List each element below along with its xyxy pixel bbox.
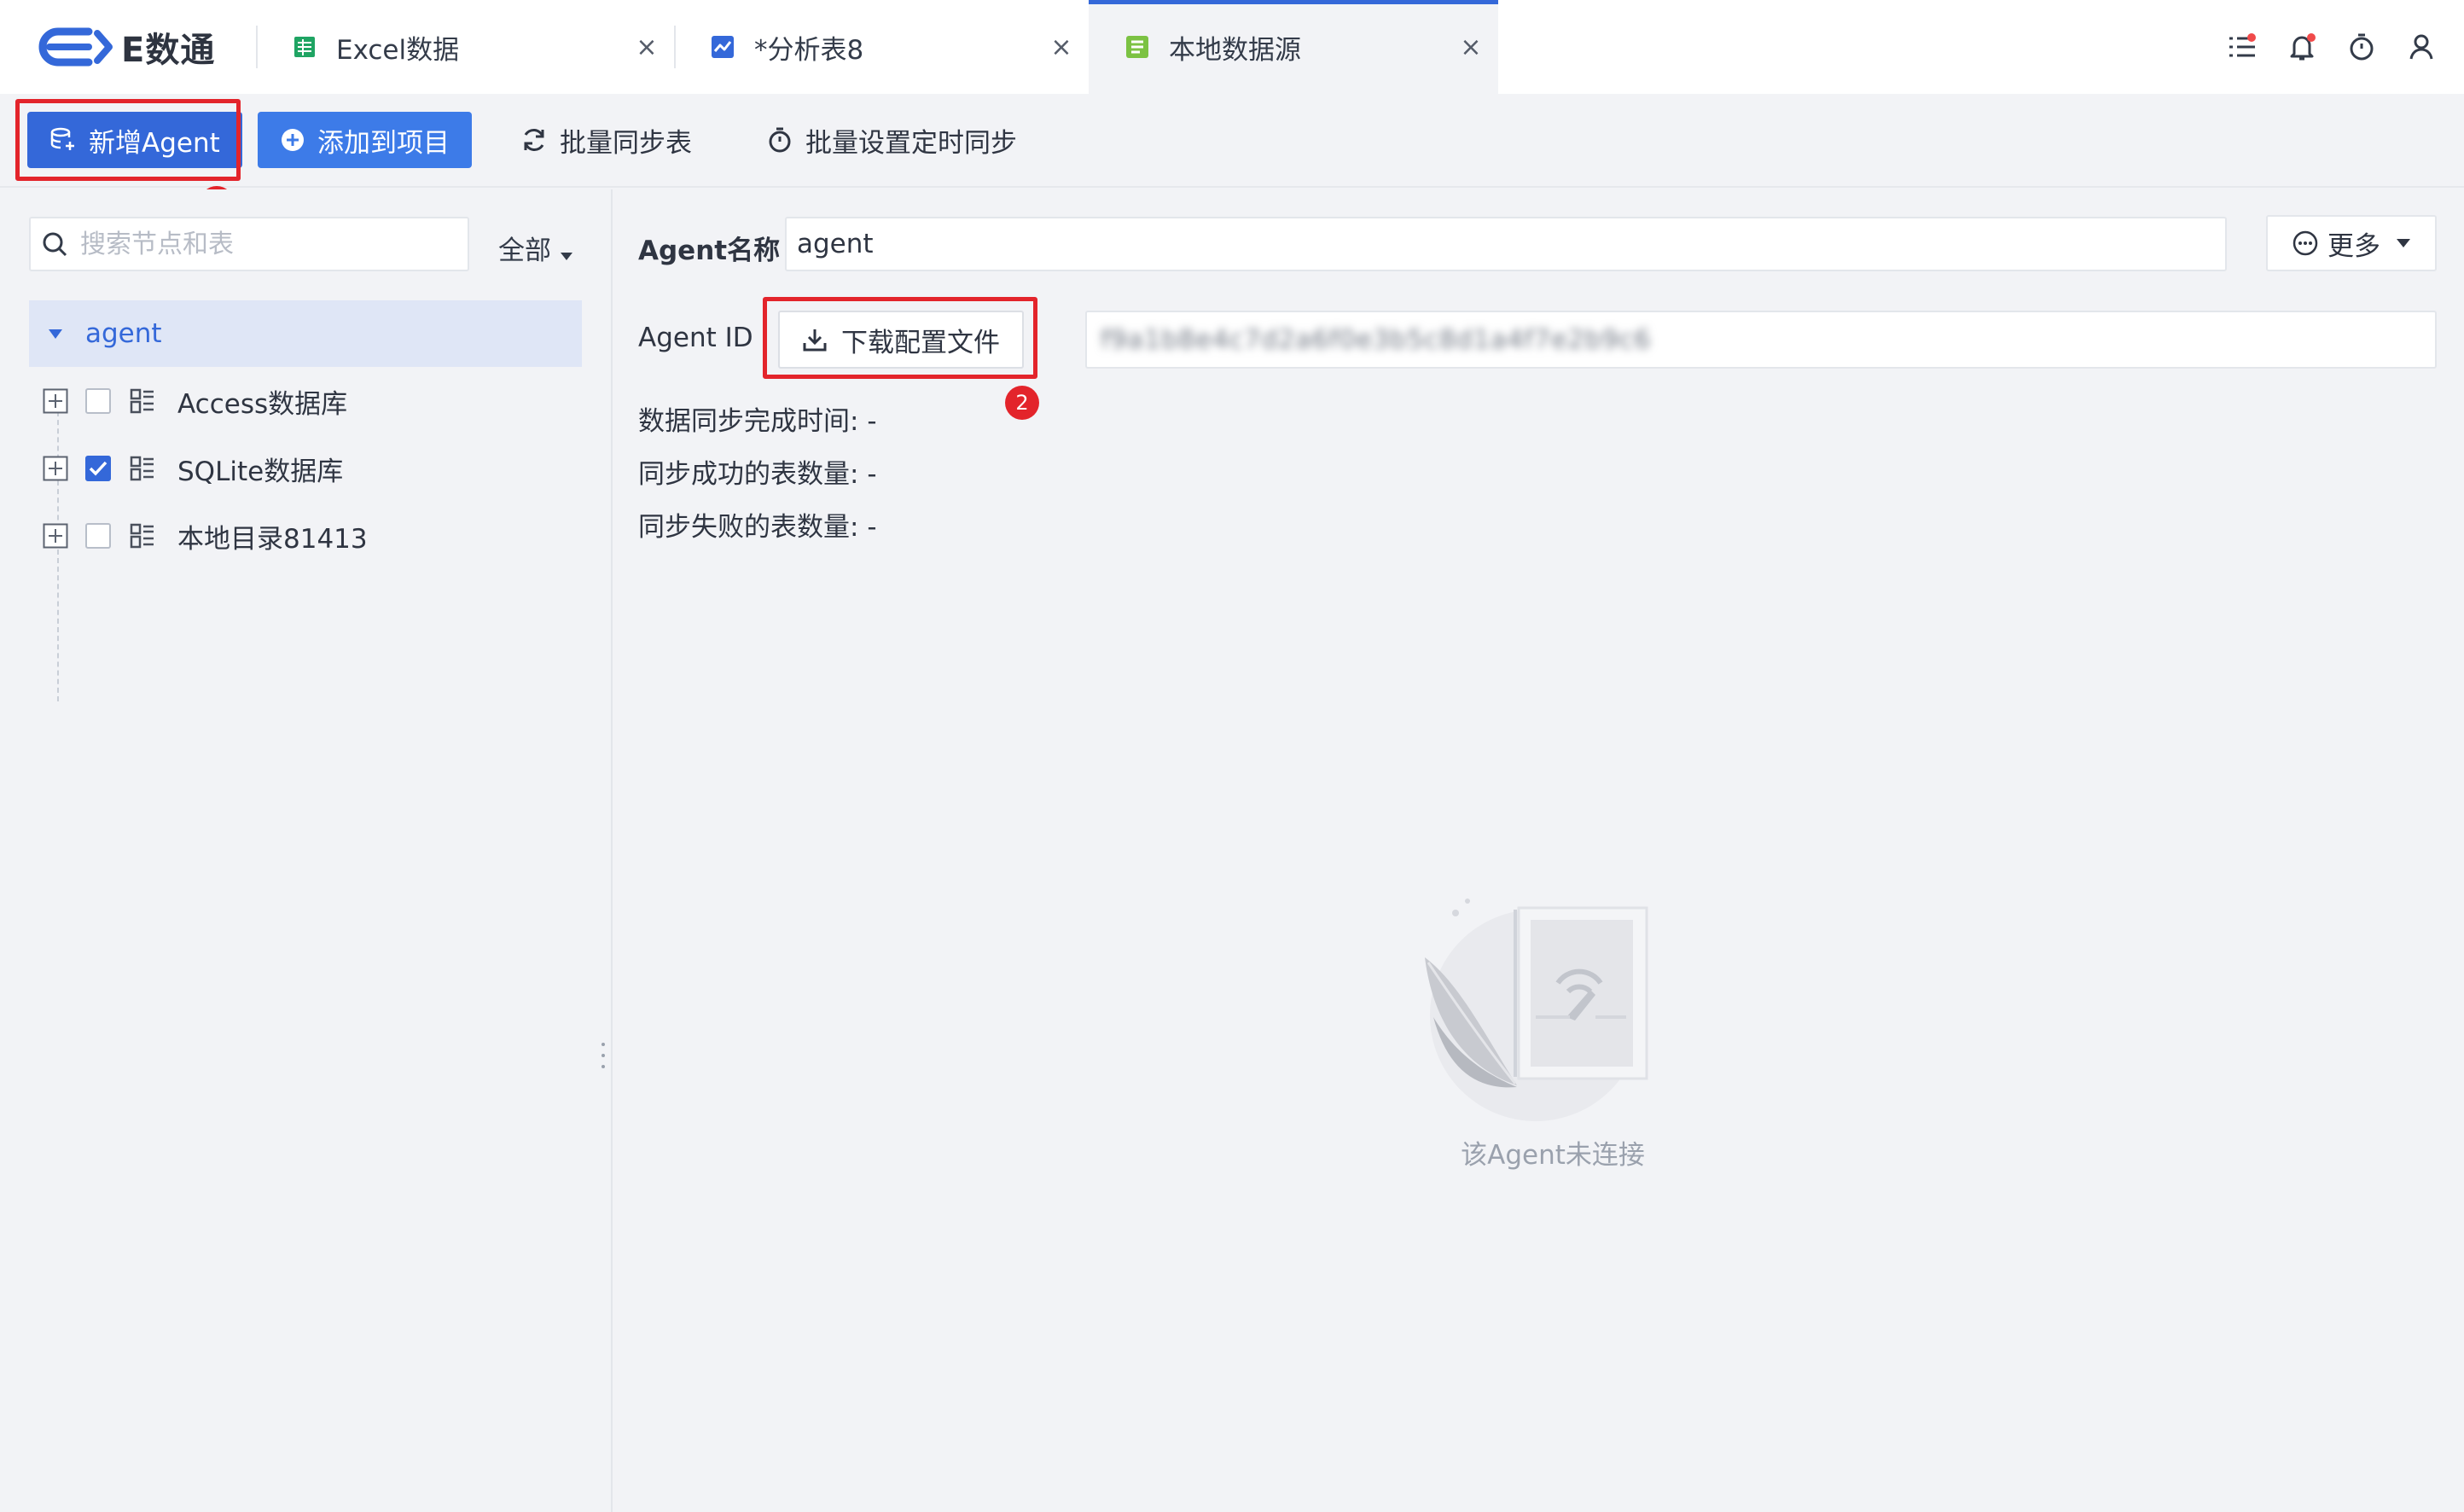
notification-dot bbox=[2247, 33, 2256, 42]
bell-icon[interactable] bbox=[2285, 30, 2319, 64]
more-button[interactable]: 更多 bbox=[2266, 215, 2437, 271]
toolbar: 新增Agent 1 添加到项目 批量同步表 批量设置定时同步 bbox=[0, 94, 2464, 220]
agent-name-label: Agent名称 bbox=[638, 236, 781, 266]
sync-fail-value: - bbox=[867, 512, 877, 543]
sync-done-time-value: - bbox=[867, 406, 877, 437]
caret-down-icon[interactable] bbox=[48, 328, 63, 340]
excel-sheet-icon bbox=[292, 34, 317, 60]
notification-dot bbox=[2307, 33, 2316, 42]
analysis-chart-icon bbox=[710, 34, 735, 60]
tab-label: Excel数据 bbox=[336, 34, 460, 66]
tab-label: 本地数据源 bbox=[1169, 34, 1301, 66]
highlight-box-2 bbox=[763, 297, 1037, 379]
more-dots-icon bbox=[2292, 230, 2319, 257]
tab-local-datasource[interactable]: 本地数据源 × bbox=[1089, 0, 1498, 94]
sync-success-row: 同步成功的表数量: - bbox=[638, 452, 877, 491]
close-icon[interactable]: × bbox=[1046, 32, 1077, 62]
agent-id-value-blurred: f9a1b8e4c7d2a6f0e3b5c8d1a4f7e2b9c6 bbox=[1101, 324, 1652, 355]
task-list-icon[interactable] bbox=[2225, 30, 2259, 64]
agent-name-input[interactable]: agent bbox=[785, 217, 2227, 271]
local-datasource-icon bbox=[1124, 34, 1150, 60]
right-panel: Agent名称 agent 更多 Agent ID 下载配置文件 2 f9a1b… bbox=[614, 189, 2464, 1512]
add-to-project-label: 添加到项目 bbox=[317, 127, 450, 159]
filter-label: 全部 bbox=[498, 235, 551, 266]
user-icon[interactable] bbox=[2404, 30, 2438, 64]
tree-root-label: agent bbox=[85, 318, 162, 349]
batch-schedule-button[interactable]: 批量设置定时同步 bbox=[766, 112, 1017, 168]
sync-fail-row: 同步失败的表数量: - bbox=[638, 505, 877, 544]
tree-checkbox-checked[interactable] bbox=[85, 456, 111, 481]
timer-icon[interactable] bbox=[2345, 30, 2379, 64]
tree-item-label: 本地目录81413 bbox=[177, 523, 368, 555]
tree-item-sqlite[interactable]: SQLite数据库 bbox=[43, 443, 343, 494]
top-right-icons bbox=[2225, 0, 2438, 94]
sync-success-label: 同步成功的表数量: bbox=[638, 459, 859, 490]
tree-item-label: SQLite数据库 bbox=[177, 456, 344, 487]
search-box[interactable] bbox=[29, 217, 469, 271]
table-grid-icon bbox=[130, 523, 155, 549]
close-icon[interactable]: × bbox=[631, 32, 662, 62]
tree-checkbox[interactable] bbox=[85, 523, 111, 549]
caret-down-icon bbox=[560, 237, 573, 268]
search-icon bbox=[41, 230, 68, 258]
step-badge-2: 2 bbox=[1005, 386, 1039, 420]
tree-item-local-dir[interactable]: 本地目录81413 bbox=[43, 510, 368, 561]
expand-plus-icon[interactable] bbox=[43, 456, 68, 481]
empty-state-illustration bbox=[1408, 889, 1664, 1145]
sync-done-time-label: 数据同步完成时间: bbox=[638, 406, 859, 437]
search-input[interactable] bbox=[80, 229, 439, 259]
logo-text: E数通 bbox=[121, 31, 216, 70]
expand-plus-icon[interactable] bbox=[43, 523, 68, 549]
agent-id-label: Agent ID bbox=[638, 323, 753, 353]
more-label: 更多 bbox=[2327, 230, 2380, 262]
app-logo: E数通 bbox=[0, 0, 256, 94]
tree-root-agent[interactable]: agent bbox=[29, 300, 582, 367]
agent-id-field[interactable]: f9a1b8e4c7d2a6f0e3b5c8d1a4f7e2b9c6 bbox=[1085, 311, 2437, 369]
tab-label: *分析表8 bbox=[754, 34, 864, 66]
table-grid-icon bbox=[130, 388, 155, 414]
checkmark-icon bbox=[89, 461, 108, 476]
left-panel: 全部 agent Access数据库 SQLite数据库 bbox=[0, 189, 613, 1512]
tree-item-label: Access数据库 bbox=[177, 388, 348, 420]
batch-schedule-label: 批量设置定时同步 bbox=[805, 127, 1017, 159]
close-icon[interactable]: × bbox=[1456, 32, 1486, 62]
top-bar: E数通 Excel数据 × *分析表8 × 本地数据源 × bbox=[0, 0, 2464, 94]
tree-checkbox[interactable] bbox=[85, 388, 111, 414]
caret-down-icon bbox=[2396, 238, 2411, 248]
table-grid-icon bbox=[130, 456, 155, 481]
logo-icon bbox=[38, 27, 113, 67]
sync-fail-label: 同步失败的表数量: bbox=[638, 512, 859, 543]
plus-circle-icon bbox=[280, 127, 305, 153]
expand-plus-icon[interactable] bbox=[43, 388, 68, 414]
sync-success-value: - bbox=[867, 459, 877, 490]
highlight-box-1 bbox=[15, 99, 241, 181]
empty-state-text: 该Agent未连接 bbox=[1461, 1140, 1645, 1171]
filter-dropdown[interactable]: 全部 bbox=[498, 227, 573, 268]
sync-icon bbox=[520, 126, 548, 154]
tab-excel-data[interactable]: Excel数据 × bbox=[256, 0, 674, 94]
sync-done-time-row: 数据同步完成时间: - bbox=[638, 399, 877, 438]
tab-analysis-table[interactable]: *分析表8 × bbox=[674, 0, 1089, 94]
panel-resize-handle[interactable] bbox=[599, 1043, 607, 1068]
stopwatch-icon bbox=[766, 126, 793, 154]
batch-sync-button[interactable]: 批量同步表 bbox=[520, 112, 692, 168]
batch-sync-label: 批量同步表 bbox=[560, 127, 692, 159]
tree-item-access[interactable]: Access数据库 bbox=[43, 375, 347, 427]
add-to-project-button[interactable]: 添加到项目 bbox=[258, 112, 472, 168]
